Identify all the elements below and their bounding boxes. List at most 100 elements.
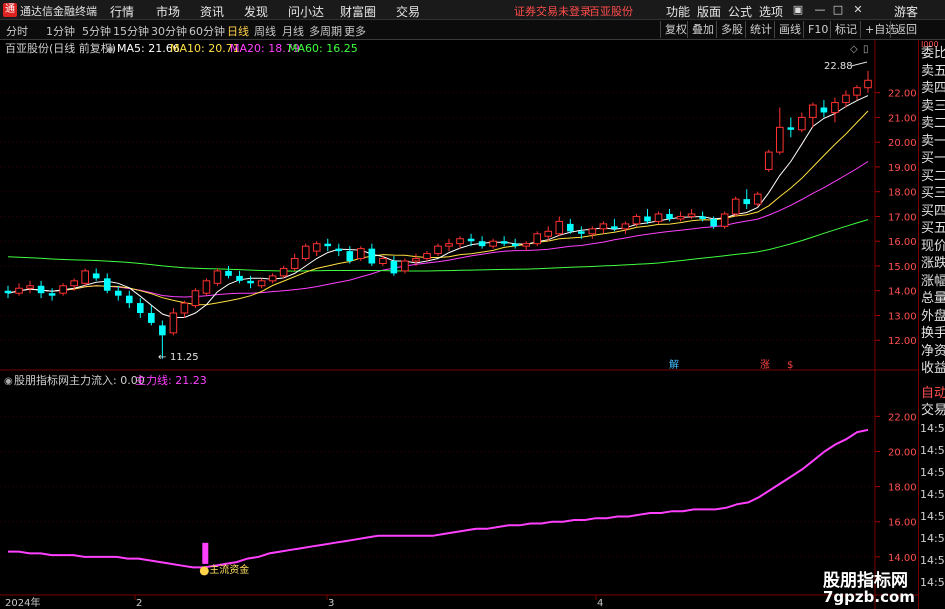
candle-body [114, 290, 122, 296]
candle-body [511, 243, 519, 247]
candle-body [588, 228, 597, 235]
panel-toggle-icon[interactable]: ▯ [863, 44, 869, 55]
candle-body [48, 293, 56, 296]
flow-bar [202, 542, 209, 564]
order-panel-item[interactable]: 换手 [921, 326, 945, 341]
event-dividend-marker[interactable]: $ [787, 360, 793, 371]
order-panel-item[interactable]: 卖五 [921, 64, 945, 79]
candle [401, 258, 409, 274]
candle [764, 149, 773, 172]
period-1min[interactable]: 1分钟 [46, 23, 75, 39]
order-panel-item[interactable]: 卖三 [921, 99, 945, 114]
menu-trade[interactable]: 交易 [396, 3, 420, 20]
back-button[interactable]: 返回 [890, 21, 921, 38]
axis-tick-label: 21.00 [888, 113, 917, 124]
period-multi[interactable]: 多周期 [309, 23, 342, 39]
ma-toggle-icon[interactable]: ◉ [106, 44, 115, 55]
order-panel-item[interactable]: 委比 [921, 46, 945, 61]
order-panel-item[interactable]: 涨幅 [921, 274, 945, 289]
candle [533, 231, 542, 247]
axis-tick-label: 12.00 [888, 336, 917, 347]
period-30min[interactable]: 30分钟 [151, 23, 187, 39]
main-line-label: 主力线: 21.23 [135, 373, 207, 387]
candle-body [180, 302, 189, 314]
menu-market[interactable]: 市场 [156, 3, 180, 20]
period-daily[interactable]: 日线 [227, 23, 249, 39]
period-timeshare[interactable]: 分时 [6, 23, 28, 39]
close-icon[interactable]: ✕ [850, 2, 866, 17]
axis-tick-label: 22.00 [888, 89, 917, 100]
diamond-icon[interactable]: ◇ [850, 44, 858, 55]
candle-body [467, 238, 475, 242]
period-15min[interactable]: 15分钟 [113, 23, 149, 39]
candle-body [202, 280, 211, 294]
app-logo-icon: 通 [3, 3, 17, 17]
menu-ask[interactable]: 问小达 [288, 3, 324, 20]
watermark: 股朋指标网 7gpzb.com [815, 566, 945, 609]
order-panel-item[interactable]: 卖一 [921, 134, 945, 149]
axis-tick-label: 20.00 [888, 447, 917, 458]
period-60min[interactable]: 60分钟 [189, 23, 225, 39]
axis-tick-label: 20.00 [888, 138, 917, 149]
stats-button[interactable]: 统计 [745, 21, 776, 38]
candle-body [290, 258, 299, 269]
candle-body [710, 218, 717, 227]
order-panel-item[interactable]: 卖四 [921, 81, 945, 96]
candle-body [533, 233, 542, 245]
menu-formula[interactable]: 公式 [728, 3, 752, 20]
indicator-title: 股朋指标网 [14, 373, 69, 387]
order-panel-item[interactable]: 净资 [921, 344, 945, 359]
menu-options[interactable]: 选项 [759, 3, 783, 20]
menu-wealth[interactable]: 财富圈 [340, 3, 376, 20]
order-panel-item[interactable]: 总量 [921, 291, 945, 306]
event-unlock-marker[interactable]: 解 [669, 358, 679, 371]
order-panel-item[interactable]: 买三 [921, 186, 945, 201]
candle-body [423, 253, 431, 260]
mark-button[interactable]: 标记 [830, 21, 861, 38]
menu-discover[interactable]: 发现 [244, 3, 268, 20]
period-5min[interactable]: 5分钟 [82, 23, 111, 39]
order-panel-item[interactable]: 现价 [921, 239, 945, 254]
period-monthly[interactable]: 月线 [282, 23, 304, 39]
order-panel-item[interactable]: 卖二 [921, 116, 945, 131]
period-weekly[interactable]: 周线 [254, 23, 276, 39]
period-more[interactable]: 更多 [344, 23, 366, 39]
axis-tick-label: 15.00 [888, 262, 917, 273]
order-panel-item[interactable]: 涨跌 [921, 256, 945, 271]
minimize-icon[interactable]: — [812, 2, 828, 17]
period-toolbar: 分时 1分钟 5分钟 15分钟 30分钟 60分钟 日线 周线 月线 多周期 更… [0, 20, 945, 40]
candle [213, 268, 222, 286]
overlay-button[interactable]: 叠加 [687, 21, 718, 38]
candle-body [489, 240, 497, 247]
auto-label[interactable]: 自动 [921, 386, 945, 401]
order-panel-item[interactable]: 买一 [921, 151, 945, 166]
guest-label[interactable]: 游客 [894, 3, 918, 20]
order-panel-item[interactable]: 外盘 [921, 309, 945, 324]
trade-time: 14:56 [920, 444, 945, 457]
multi-stock-button[interactable]: 多股 [716, 21, 747, 38]
menu-layout[interactable]: 版面 [697, 3, 721, 20]
candle [753, 191, 762, 207]
trade-label[interactable]: 交易 [921, 403, 945, 418]
kline-chart[interactable]: 主流资金 22.00 21.00 20.00 19.00 18.00 17.00 16.00… [0, 40, 918, 609]
maximize-icon[interactable]: □ [830, 2, 846, 17]
order-panel-item[interactable]: 买五 [921, 221, 945, 236]
skin-icon[interactable]: ▣ [790, 2, 806, 17]
indicator-toggle-icon[interactable]: ◉ [4, 376, 13, 387]
menu-function[interactable]: 功能 [666, 3, 690, 20]
candle-body [731, 198, 740, 215]
order-panel-item[interactable]: 收益 [921, 361, 945, 376]
f10-button[interactable]: F10 [803, 21, 832, 38]
order-panel-item[interactable]: 买四 [921, 204, 945, 219]
login-warning[interactable]: 证券交易未登录 [514, 3, 591, 19]
trade-time: 14:56 [920, 422, 945, 435]
event-limitup-marker[interactable]: 涨 [760, 359, 770, 371]
candle-body [70, 280, 78, 287]
stock-link[interactable]: 百亚股份 [589, 3, 633, 19]
candle-body [445, 243, 453, 247]
candle-body [379, 258, 387, 264]
draw-button[interactable]: 画线 [774, 21, 805, 38]
order-panel-item[interactable]: 买二 [921, 169, 945, 184]
menu-news[interactable]: 资讯 [200, 3, 224, 20]
menu-quotes[interactable]: 行情 [110, 3, 134, 20]
